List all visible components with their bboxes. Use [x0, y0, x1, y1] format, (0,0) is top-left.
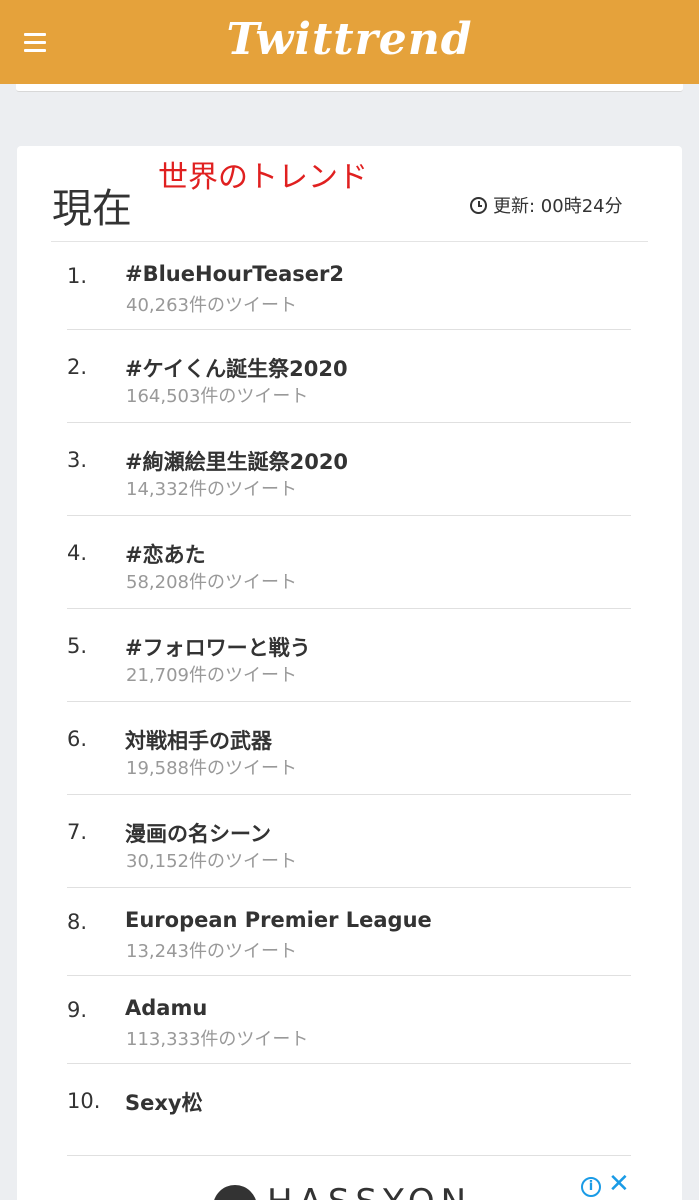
site-logo[interactable]: Twittrend [0, 14, 699, 65]
trend-item-4[interactable]: 4. #恋あた 58,208件のツイート [67, 541, 631, 609]
trend-name[interactable]: #絢瀬絵里生誕祭2020 [125, 446, 348, 476]
trend-name[interactable]: Sexy松 [125, 1087, 203, 1117]
ad-brand-text: HASSYON [267, 1182, 472, 1200]
trend-item-1[interactable]: 1. #BlueHourTeaser2 40,263件のツイート [67, 262, 631, 330]
trend-name[interactable]: #BlueHourTeaser2 [125, 262, 344, 286]
trend-item-2[interactable]: 2. #ケイくん誕生祭2020 164,503件のツイート [67, 355, 631, 423]
trend-item-3[interactable]: 3. #絢瀬絵里生誕祭2020 14,332件のツイート [67, 448, 631, 516]
tweet-count: 13,243件のツイート [126, 941, 297, 962]
updated-label: 更新: 00時24分 [493, 196, 623, 217]
top-bar: Twittrend [0, 0, 699, 84]
trend-item-8[interactable]: 8. European Premier League 13,243件のツイート [67, 908, 631, 976]
tweet-count: 164,503件のツイート [126, 386, 309, 407]
panel-title: 現在 [52, 186, 132, 232]
world-trend-annotation: 世界のトレンド [158, 160, 368, 195]
trend-rank: 6. [67, 727, 88, 751]
trend-rank: 8. [67, 910, 88, 934]
tweet-count: 40,263件のツイート [126, 295, 297, 316]
trend-rank: 4. [67, 541, 88, 565]
tweet-count: 113,333件のツイート [126, 1029, 309, 1050]
trend-item-6[interactable]: 6. 対戦相手の武器 19,588件のツイート [67, 727, 631, 795]
advertisement-banner[interactable]: HASSYON i ✕ [17, 1155, 682, 1200]
trend-rank: 5. [67, 634, 88, 658]
info-icon[interactable]: i [581, 1177, 601, 1197]
trend-name[interactable]: #フォロワーと戦う [125, 632, 311, 662]
trend-rank: 3. [67, 448, 88, 472]
trend-name[interactable]: European Premier League [125, 908, 432, 932]
tweet-count: 19,588件のツイート [126, 758, 297, 779]
close-icon[interactable]: ✕ [608, 1171, 630, 1197]
trend-rank: 2. [67, 355, 88, 379]
sub-bar [16, 84, 683, 92]
ad-logo-mark [213, 1185, 257, 1200]
trend-item-7[interactable]: 7. 漫画の名シーン 30,152件のツイート [67, 820, 631, 888]
trend-item-5[interactable]: 5. #フォロワーと戦う 21,709件のツイート [67, 634, 631, 702]
updated-time: 更新: 00時24分 [470, 192, 623, 218]
ad-divider [67, 1155, 631, 1156]
trend-name[interactable]: 対戦相手の武器 [125, 725, 272, 755]
trend-name[interactable]: #ケイくん誕生祭2020 [125, 353, 348, 383]
tweet-count: 58,208件のツイート [126, 572, 297, 593]
trend-name[interactable]: #恋あた [125, 539, 206, 569]
header-divider [51, 241, 648, 242]
trend-rank: 1. [67, 264, 88, 288]
trend-rank: 7. [67, 820, 88, 844]
trend-rank: 10. [67, 1089, 101, 1113]
trend-rank: 9. [67, 998, 88, 1022]
tweet-count: 30,152件のツイート [126, 851, 297, 872]
tweet-count: 21,709件のツイート [126, 665, 297, 686]
trend-name[interactable]: Adamu [125, 996, 207, 1020]
trend-name[interactable]: 漫画の名シーン [125, 818, 271, 848]
trend-item-10[interactable]: 10. Sexy松 [67, 1089, 631, 1155]
trend-item-9[interactable]: 9. Adamu 113,333件のツイート [67, 996, 631, 1064]
tweet-count: 14,332件のツイート [126, 479, 297, 500]
clock-icon [470, 196, 487, 214]
